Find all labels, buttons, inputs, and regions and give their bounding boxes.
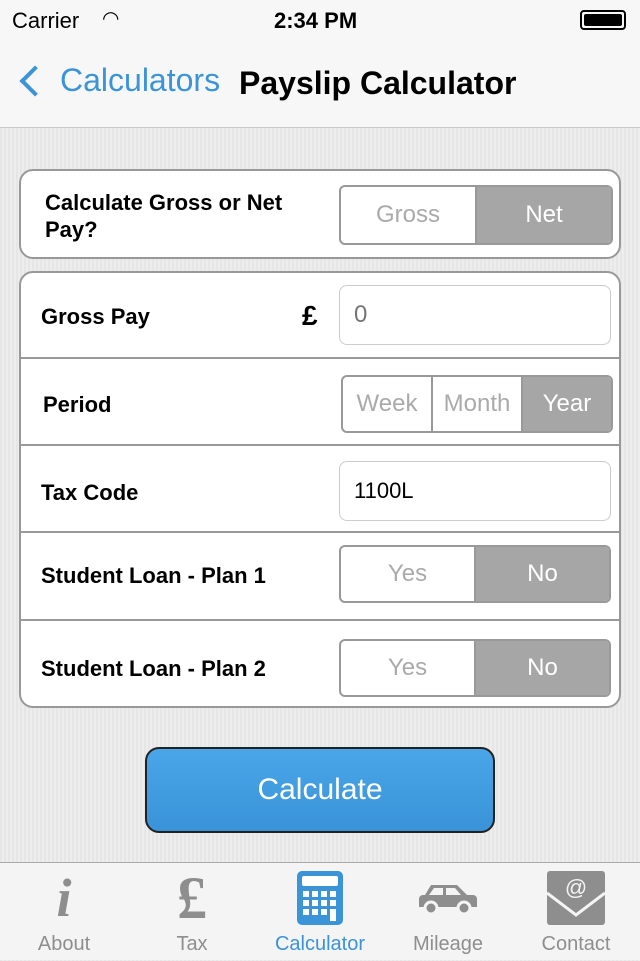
segment-yes[interactable]: Yes [341,547,476,601]
divider [19,444,621,446]
tax-code-input[interactable]: 1100L [339,461,611,521]
period-label: Period [43,392,112,417]
currency-symbol: £ [302,300,318,331]
time: 2:34 PM [274,8,358,33]
tab-tax[interactable]: £ Tax [128,863,256,961]
segment-month[interactable]: Month [433,377,523,431]
tab-contact[interactable]: @ Contact [512,863,640,961]
tab-mileage[interactable]: Mileage [384,863,512,961]
pound-icon: £ [177,864,207,931]
back-button[interactable]: Calculators [14,62,220,99]
segment-no[interactable]: No [476,547,609,601]
car-icon [384,863,512,933]
segment-yes[interactable]: Yes [341,641,476,695]
segment-gross[interactable]: Gross [341,187,477,243]
carrier: Carrier [12,8,80,33]
period-segmented[interactable]: Week Month Year [341,375,613,433]
tab-bar: i About £ Tax Calculator Mileage @ Conta… [0,862,640,960]
plan1-label: Student Loan - Plan 1 [41,563,266,588]
divider [19,357,621,359]
tax-code-label: Tax Code [41,480,139,505]
gross-net-segmented[interactable]: Gross Net [339,185,613,245]
tab-label: Contact [541,933,611,955]
chevron-left-icon [19,64,51,97]
segment-year[interactable]: Year [523,377,611,431]
tab-calculator[interactable]: Calculator [256,863,384,961]
nav-bar: Calculators Payslip Calculator [0,40,640,128]
tab-label: Tax [176,933,208,955]
tab-label: Mileage [412,933,484,955]
plan2-segmented[interactable]: Yes No [339,639,611,697]
calculator-icon [256,863,384,933]
email-icon: @ [512,863,640,933]
divider [19,619,621,621]
page-title: Payslip Calculator [239,65,517,101]
tab-about[interactable]: i About [0,863,128,961]
mode-label: Calculate Gross or Net Pay? [45,190,283,242]
back-label: Calculators [60,62,221,98]
segment-net[interactable]: Net [477,187,611,243]
gross-pay-input[interactable] [339,285,611,345]
battery-icon [580,10,626,30]
calculate-button[interactable]: Calculate [145,747,495,833]
info-icon: i [56,868,72,928]
plan2-label: Student Loan - Plan 2 [41,656,266,681]
segment-week[interactable]: Week [343,377,433,431]
status-bar: Carrier ◠ 2:34 PM [0,0,640,40]
wifi-icon: ◠ [102,8,120,30]
divider [19,531,621,533]
tab-label: About [37,933,91,955]
tab-label: Calculator [274,933,366,955]
svg-text:@: @ [565,875,587,900]
gross-pay-label: Gross Pay [41,304,150,329]
mode-card: Calculate Gross or Net Pay? Gross Net [19,169,621,259]
plan1-segmented[interactable]: Yes No [339,545,611,603]
segment-no[interactable]: No [476,641,609,695]
